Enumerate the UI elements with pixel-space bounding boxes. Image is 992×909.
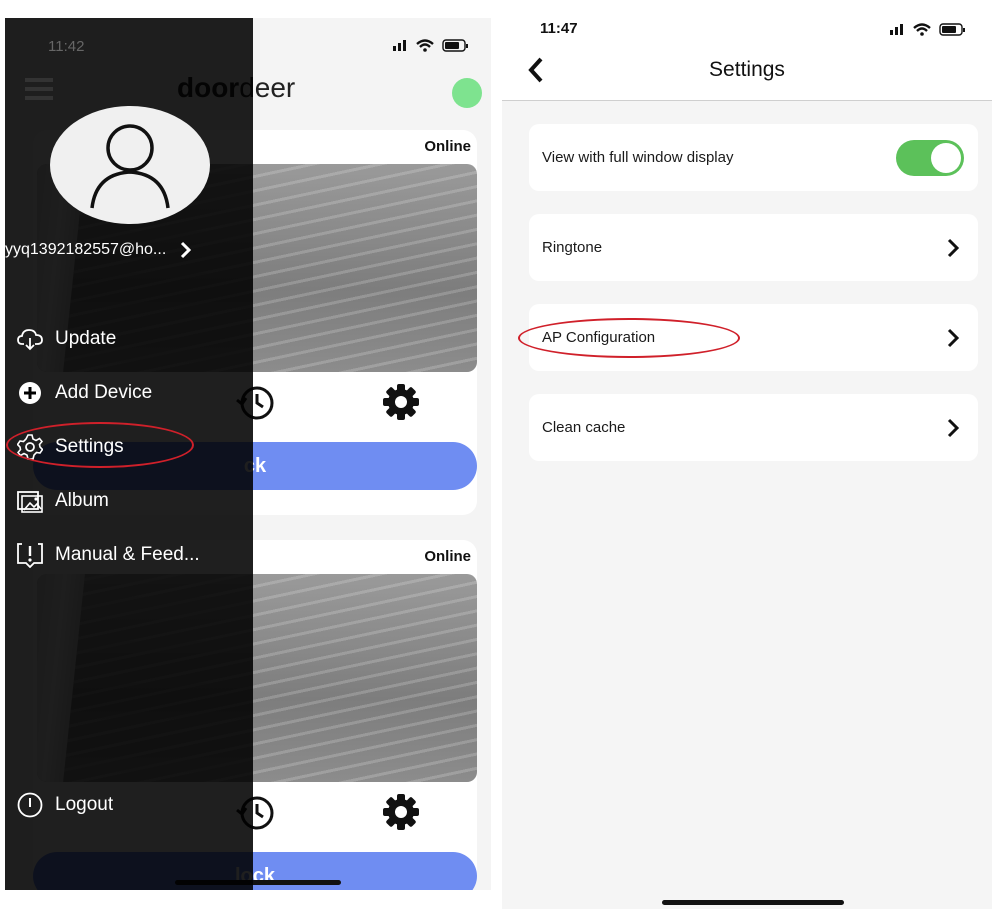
logout-button[interactable]: Logout <box>17 792 113 818</box>
setting-clean-cache[interactable]: Clean cache <box>529 394 978 461</box>
setting-label: Ringtone <box>542 239 603 256</box>
connection-status-dot <box>452 78 482 108</box>
plus-circle-icon <box>17 380 43 406</box>
chevron-right-icon <box>947 238 960 258</box>
gallery-icon <box>17 488 43 514</box>
device-status-online-2: Online <box>424 548 471 565</box>
setting-ringtone[interactable]: Ringtone <box>529 214 978 281</box>
device-settings-gear-icon-2[interactable] <box>381 792 421 832</box>
menu-item-album[interactable]: Album <box>17 488 109 514</box>
annotation-highlight-settings <box>6 422 194 468</box>
home-indicator <box>662 900 844 905</box>
power-icon <box>17 792 43 818</box>
user-icon <box>90 124 170 209</box>
right-phone-screen: 11:47 Settings View with full window dis… <box>502 0 992 909</box>
menu-item-label: Manual & Feed... <box>55 544 200 565</box>
account-email: yyq1392182557@ho... <box>5 241 167 258</box>
status-time: 11:42 <box>48 38 85 55</box>
left-phone-screen: doordeer Online ck Online lock 11:42 <box>5 18 491 890</box>
status-icons <box>890 20 978 43</box>
annotation-highlight-ap-config <box>518 318 740 358</box>
menu-item-add-device[interactable]: Add Device <box>17 380 152 406</box>
menu-item-label: Album <box>55 490 109 511</box>
cloud-download-icon <box>17 326 43 352</box>
page-title: Settings <box>709 58 785 81</box>
chevron-right-icon <box>947 328 960 348</box>
menu-item-label: Add Device <box>55 382 153 403</box>
hamburger-menu-icon[interactable] <box>25 78 53 105</box>
settings-header: 11:47 Settings <box>502 0 992 101</box>
chevron-right-icon <box>181 241 192 259</box>
status-icons <box>393 36 481 59</box>
feedback-icon <box>17 542 43 568</box>
full-window-toggle[interactable] <box>896 140 964 176</box>
logout-label: Logout <box>55 794 114 815</box>
setting-label: Clean cache <box>542 419 626 436</box>
menu-item-update[interactable]: Update <box>17 326 116 352</box>
status-time: 11:47 <box>540 20 578 37</box>
avatar[interactable] <box>50 106 210 224</box>
device-settings-gear-icon[interactable] <box>381 382 421 422</box>
setting-full-window-display[interactable]: View with full window display <box>529 124 978 191</box>
device-status-online: Online <box>424 138 471 155</box>
account-row[interactable]: yyq1392182557@ho... <box>5 240 196 260</box>
chevron-right-icon <box>947 418 960 438</box>
menu-item-manual-feedback[interactable]: Manual & Feed... <box>17 542 200 568</box>
menu-item-label: Update <box>55 328 117 349</box>
setting-label: View with full window display <box>542 149 734 166</box>
